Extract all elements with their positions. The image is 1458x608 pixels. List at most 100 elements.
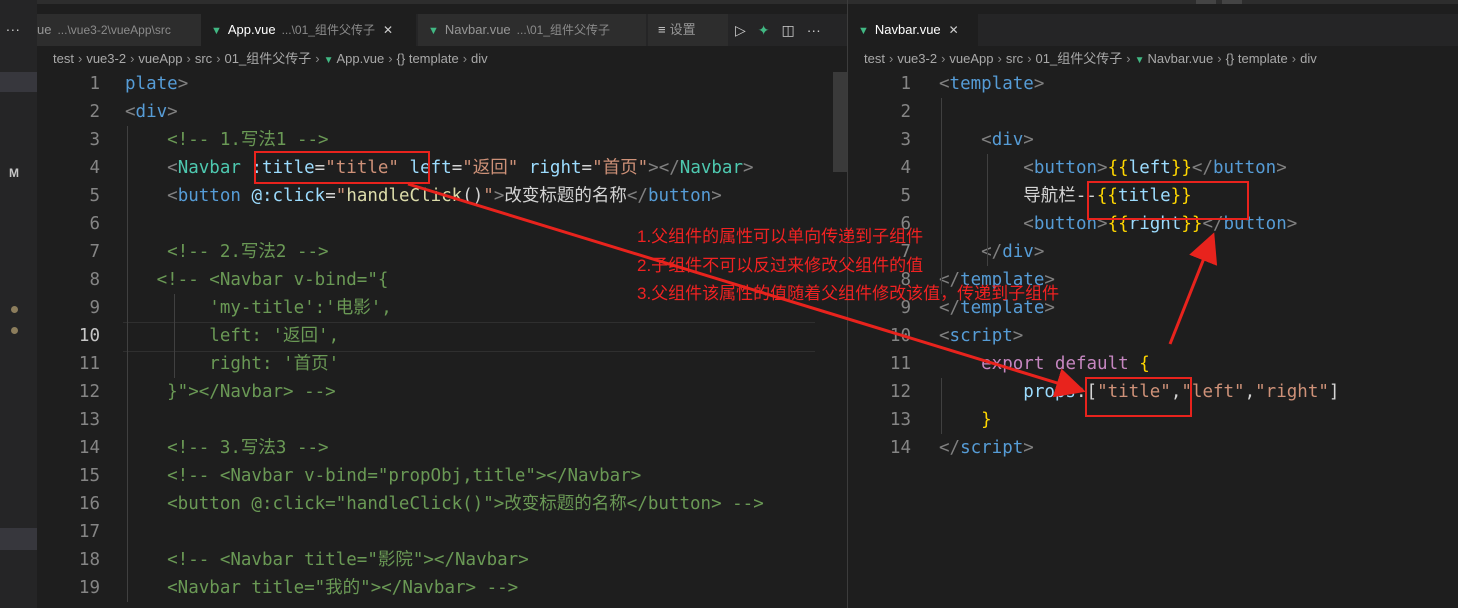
code-line[interactable]: 4 <Navbar :title="title" left="返回" right…: [37, 154, 833, 182]
code-text: }: [939, 406, 992, 434]
code-line[interactable]: 7 </div>: [848, 238, 1458, 266]
indent-guide: [941, 378, 942, 434]
breadcrumb-item[interactable]: vue3-2: [897, 51, 937, 66]
breadcrumb-item[interactable]: test: [53, 51, 74, 66]
breadcrumb-separator: ›: [216, 51, 221, 66]
code-line[interactable]: 13: [37, 406, 833, 434]
code-line[interactable]: 16 <button @:click="handleClick()">改变标题的…: [37, 490, 833, 518]
activity-bar: ... M: [0, 0, 37, 608]
tab-app-vue[interactable]: ▼ App.vue ...\01_组件父传子 ✕: [201, 14, 416, 46]
run-icon[interactable]: ▷: [735, 14, 746, 46]
right-tab-bar: ▼ Navbar.vue ✕: [848, 14, 1458, 46]
code-line[interactable]: 1 <template>: [848, 70, 1458, 98]
code-token: <: [125, 186, 178, 206]
code-line[interactable]: 10 left: '返回',: [37, 322, 833, 350]
breadcrumb-item[interactable]: test: [864, 51, 885, 66]
line-number: 7: [89, 242, 100, 262]
code-token: <!-- <Navbar title="影院"></Navbar>: [125, 550, 529, 570]
indent-guide: [941, 98, 942, 294]
explorer-highlight: [0, 72, 37, 92]
breadcrumb-separator: ›: [462, 51, 468, 66]
code-line[interactable]: 19 <Navbar title="我的"></Navbar> -->: [37, 574, 833, 602]
split-editor-icon[interactable]: ◫: [782, 14, 795, 46]
breadcrumb-item[interactable]: div: [1300, 51, 1317, 66]
code-line[interactable]: 2 <div>: [37, 98, 833, 126]
breadcrumb-item[interactable]: src: [1006, 51, 1023, 66]
code-line[interactable]: 15 <!-- <Navbar v-bind="propObj,title"><…: [37, 462, 833, 490]
breadcrumb-item[interactable]: {} template: [397, 51, 459, 66]
code-text: </div>: [939, 238, 1044, 266]
code-line[interactable]: 11 export default {: [848, 350, 1458, 378]
line-number: 4: [900, 158, 911, 178]
code-token: <: [939, 130, 992, 150]
breadcrumb-item[interactable]: App.vue: [336, 51, 384, 66]
code-token: <!-- 1.写法1 -->: [125, 130, 329, 150]
code-token: @:click: [251, 186, 326, 206]
code-line[interactable]: 3 <div>: [848, 126, 1458, 154]
breadcrumb-item[interactable]: Navbar.vue: [1147, 51, 1213, 66]
highlight-box-props: [1085, 377, 1192, 417]
tab-navbar-vue[interactable]: ▼ Navbar.vue ...\01_组件父传子: [418, 14, 646, 46]
tab-src-file[interactable]: ue ...\vue3-2\vueApp\src: [37, 14, 201, 46]
highlight-box-title-interp: [1087, 181, 1249, 220]
code-line[interactable]: 11 right: '首页': [37, 350, 833, 378]
code-line[interactable]: 2: [848, 98, 1458, 126]
more-icon[interactable]: ...: [6, 18, 21, 34]
breadcrumb-item[interactable]: vue3-2: [86, 51, 126, 66]
breadcrumb-item[interactable]: div: [471, 51, 488, 66]
code-line[interactable]: 3 <!-- 1.写法1 -->: [37, 126, 833, 154]
close-icon[interactable]: ✕: [383, 23, 393, 37]
more-actions-icon[interactable]: ···: [807, 14, 821, 46]
code-token: script: [949, 326, 1013, 346]
window-control: [1222, 0, 1242, 4]
tab-settings[interactable]: ≡ 设置: [648, 14, 728, 46]
code-token: >: [743, 158, 754, 178]
code-token: div: [135, 102, 168, 122]
code-line[interactable]: 14 <!-- 3.写法3 -->: [37, 434, 833, 462]
indent-guide: [127, 126, 128, 602]
breadcrumb-item[interactable]: {} template: [1226, 51, 1288, 66]
code-text: <button @:click="handleClick()">改变标题的名称<…: [125, 490, 764, 518]
code-line[interactable]: 18 <!-- <Navbar title="影院"></Navbar>: [37, 546, 833, 574]
tab-navbar-vue[interactable]: ▼ Navbar.vue ✕: [848, 14, 978, 46]
code-line[interactable]: 5 <button @:click="handleClick()">改变标题的名…: [37, 182, 833, 210]
code-token: button: [1033, 158, 1098, 178]
line-number: 6: [89, 214, 100, 234]
code-token: ": [335, 186, 347, 206]
line-number: 10: [78, 326, 100, 346]
code-token: plate: [125, 74, 178, 94]
code-line[interactable]: 17: [37, 518, 833, 546]
breadcrumb-item[interactable]: src: [195, 51, 212, 66]
code-line[interactable]: 12 }"></Navbar> -->: [37, 378, 833, 406]
code-token: button: [647, 186, 712, 206]
breadcrumb-item[interactable]: 01_组件父传子: [1036, 51, 1123, 66]
breadcrumb-item[interactable]: vueApp: [949, 51, 993, 66]
code-token: <!-- <Navbar v-bind="propObj,title"></Na…: [125, 466, 642, 486]
line-number: 2: [89, 102, 100, 122]
code-line[interactable]: 14 </script>: [848, 434, 1458, 462]
code-token: Navbar: [679, 158, 743, 178]
code-token: div: [1002, 242, 1034, 262]
close-icon[interactable]: ✕: [949, 23, 959, 37]
code-line[interactable]: 4 <button>{{left}}</button>: [848, 154, 1458, 182]
code-text: <template>: [939, 70, 1044, 98]
scrollbar[interactable]: [833, 72, 847, 172]
indent-guide: [987, 154, 988, 266]
line-number: 11: [889, 354, 911, 374]
code-text: <!-- <Navbar title="影院"></Navbar>: [125, 546, 529, 574]
breadcrumb-item[interactable]: 01_组件父传子: [225, 51, 312, 66]
code-token: }}: [1170, 158, 1192, 178]
right-editor[interactable]: ▼ Navbar.vue ✕ test › vue3-2 › vueApp › src › 01_组…: [848, 14, 1458, 608]
code-line[interactable]: 1 plate>: [37, 70, 833, 98]
code-token: ></: [648, 158, 680, 178]
code-line[interactable]: 10 <script>: [848, 322, 1458, 350]
breadcrumb-item[interactable]: vueApp: [138, 51, 182, 66]
vue-devtools-icon[interactable]: ✦: [758, 14, 770, 46]
line-number: 13: [78, 410, 100, 430]
breadcrumb-separator: ›: [1027, 51, 1032, 66]
left-editor[interactable]: ue ...\vue3-2\vueApp\src ▼ App.vue ...\01_组…: [37, 14, 847, 608]
code-text: <!-- 3.写法3 -->: [125, 434, 328, 462]
tab-desc: ...\01_组件父传子: [281, 23, 375, 37]
